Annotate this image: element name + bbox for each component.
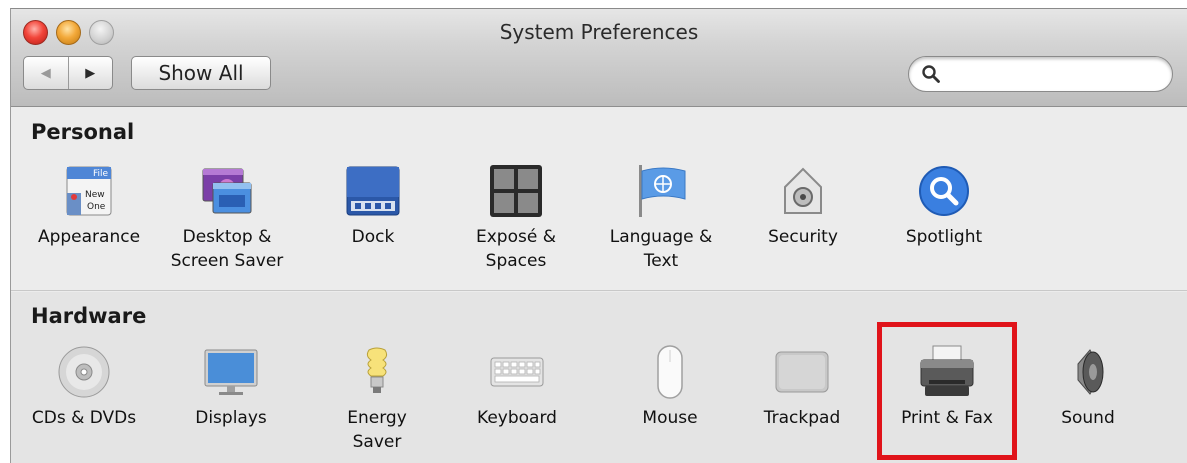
back-forward-buttons: ◀ ▶ [23,56,113,90]
pane-label: Security [768,227,838,247]
pane-label: Energy Saver [347,408,407,452]
trackpad-icon [775,351,829,393]
pane-label: Spotlight [905,227,983,247]
displays-icon [204,349,258,395]
personal-section: Personal File New One Appearance Desktop… [11,108,1187,291]
pane-label: Keyboard [477,408,557,428]
pane-keyboard[interactable]: Keyboard [452,344,582,430]
pane-spotlight[interactable]: Spotlight [879,163,1009,249]
pane-label: Exposé & Spaces [476,227,556,271]
search-field[interactable] [908,56,1173,92]
appearance-icon-one-text: One [87,202,106,212]
search-icon [922,65,940,83]
pane-dock[interactable]: Dock [308,163,438,249]
back-button[interactable]: ◀ [24,57,69,89]
pane-mouse[interactable]: Mouse [605,344,735,430]
keyboard-icon [490,357,544,387]
show-all-button[interactable]: Show All [131,56,271,90]
forward-arrow-icon: ▶ [85,65,96,81]
hardware-section-title: Hardware [31,304,147,328]
pane-label: Dock [351,227,395,247]
pane-label: CDs & DVDs [31,408,137,428]
pane-sound[interactable]: Sound [1023,344,1153,430]
pane-label: Trackpad [763,408,841,428]
system-preferences-window: System Preferences ◀ ▶ Show All Personal [10,8,1187,463]
security-icon [784,167,822,214]
pane-trackpad[interactable]: Trackpad [737,344,867,430]
cd-dvd-icon [58,346,110,398]
pane-appearance[interactable]: File New One Appearance [24,163,154,249]
pane-label: Language & Text [609,227,713,271]
dock-icon [346,166,400,216]
appearance-icon: File New One [66,166,112,216]
pane-label: Sound [1061,408,1115,428]
spotlight-icon [919,166,969,216]
pane-energy-saver[interactable]: Energy Saver [312,344,442,454]
energy-saver-icon [366,347,388,393]
toolbar: System Preferences ◀ ▶ Show All [11,9,1187,107]
pane-label: Desktop & Screen Saver [170,227,284,271]
mouse-icon [657,345,683,399]
pane-label: Mouse [642,408,698,428]
sound-icon [1077,349,1104,395]
pane-cds-dvds[interactable]: CDs & DVDs [19,344,149,430]
language-text-icon [639,165,686,217]
pane-label: Appearance [37,227,141,247]
pane-desktop-screen-saver[interactable]: Desktop & Screen Saver [162,163,292,273]
appearance-icon-file-text: File [93,169,109,179]
pane-expose-spaces[interactable]: Exposé & Spaces [451,163,581,273]
pane-displays[interactable]: Displays [166,344,296,430]
forward-button[interactable]: ▶ [69,57,113,89]
pane-security[interactable]: Security [738,163,868,249]
expose-spaces-icon [490,165,542,217]
pane-label: Displays [195,408,267,428]
window-title: System Preferences [499,20,699,44]
personal-section-title: Personal [31,120,135,144]
print-fax-highlight-box [877,322,1017,460]
desktop-screen-saver-icon [202,168,252,214]
back-arrow-icon: ◀ [40,65,51,81]
pane-language-text[interactable]: Language & Text [596,163,726,273]
appearance-icon-new-text: New [85,190,105,200]
